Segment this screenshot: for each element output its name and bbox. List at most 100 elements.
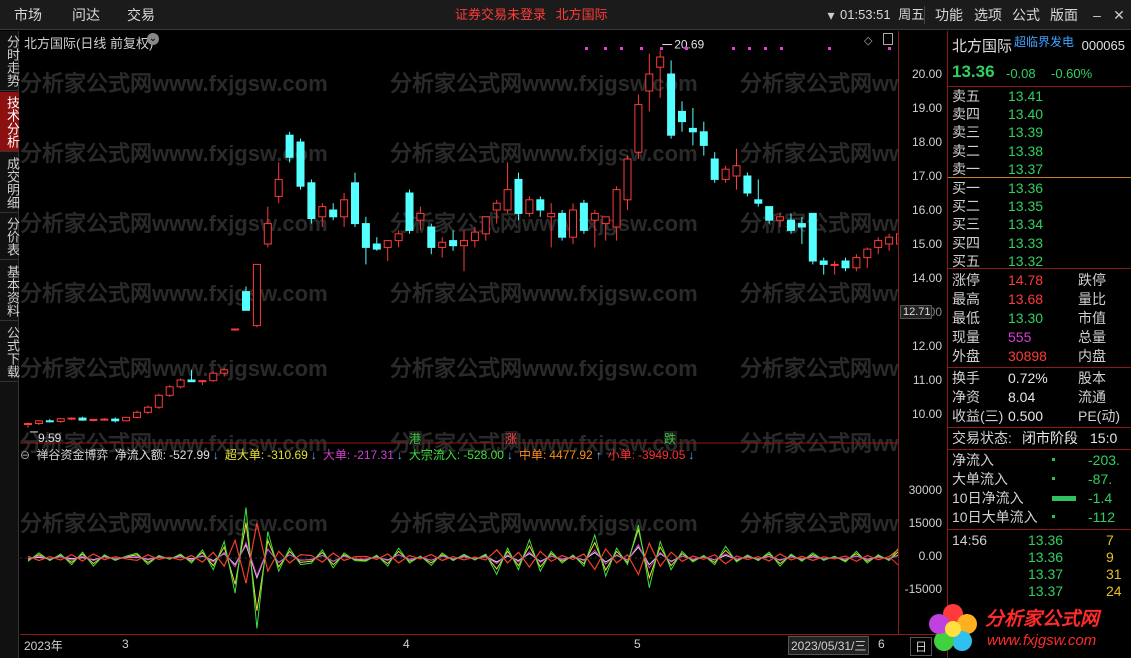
event-mark[interactable]: 跌 — [664, 431, 676, 446]
row-label: 收益(三) — [952, 408, 1004, 424]
candle-body — [612, 189, 621, 228]
candle-body — [405, 192, 414, 231]
indicator-field: 小单: -3949.05 ↓ — [608, 448, 698, 462]
field-value: -528.00 — [463, 448, 504, 462]
candle-body — [830, 263, 839, 266]
watermark-text: 分析家公式网www.fxjgsw.com — [20, 281, 328, 306]
candle-body — [111, 418, 120, 422]
tab-price-distribution[interactable]: 分价表 — [0, 214, 20, 260]
field-label: 小单: — [607, 448, 636, 462]
row-value: 13.34 — [1008, 216, 1044, 233]
tab-technical-analysis[interactable]: 技术分析 — [0, 92, 20, 152]
row-label: 卖四 — [952, 106, 980, 123]
nav-trade[interactable]: 交易 — [127, 0, 155, 30]
tab-basic-info[interactable]: 基本资料 — [0, 261, 20, 321]
candle-body — [569, 209, 577, 238]
candle-body — [165, 386, 174, 396]
y-tick: 18.00 — [911, 135, 942, 149]
menu-formula[interactable]: 公式 — [1012, 0, 1040, 30]
row-value: 13.37 — [1008, 160, 1044, 177]
row-right-label: 量比 — [1078, 291, 1106, 307]
dropdown-icon[interactable]: ▾ — [820, 0, 842, 30]
candle-body — [296, 141, 305, 187]
indicator-collapse-icon[interactable]: ⊖ — [20, 448, 30, 462]
row-label: 涨停 — [952, 272, 980, 288]
stat-row: 最高 13.68 量比 — [948, 290, 1131, 308]
candle-body — [547, 212, 556, 218]
tab-time-sharing[interactable]: 分时走势 — [0, 31, 20, 91]
candle-body — [100, 418, 109, 421]
candle-body — [263, 223, 272, 245]
signal-dot — [685, 47, 688, 50]
current-stock-text: 北方国际 — [555, 7, 608, 22]
tick-price: 13.37 — [1028, 566, 1064, 582]
clock-weekday: 周五 — [898, 7, 925, 22]
bid-row: 买二 13.35 — [948, 197, 1131, 215]
candle-body — [45, 420, 54, 423]
row-right-label: 总量 — [1078, 329, 1106, 345]
row-right-label: 股本 — [1078, 370, 1106, 386]
stock-name: 北方国际 — [952, 38, 1013, 55]
tab-trade-details[interactable]: 成交明细 — [0, 153, 20, 213]
candle-body — [503, 189, 512, 211]
candle-body — [754, 199, 763, 204]
menu-function[interactable]: 功能 — [935, 0, 963, 30]
menu-layout[interactable]: 版面 — [1050, 0, 1078, 30]
field-value: -3949.05 — [638, 448, 686, 462]
nav-market[interactable]: 市场 — [14, 0, 42, 30]
candle-body — [318, 206, 327, 218]
low-price-label: 9.59 — [38, 431, 62, 445]
flow-label: 净流入 — [952, 452, 994, 468]
candle-body — [787, 219, 795, 231]
candle-body — [743, 175, 752, 194]
watermark-text: 分析家公式网www.fxjgsw.com — [390, 141, 698, 166]
high-price-label: 20.69 — [674, 38, 704, 52]
tab-formula-download[interactable]: 公式下载 — [0, 322, 20, 382]
stock-concept[interactable]: 超临界发电 — [1014, 33, 1074, 50]
menu-options[interactable]: 选项 — [974, 0, 1002, 30]
candle-body — [274, 178, 283, 197]
nav-wenda[interactable]: 问达 — [72, 0, 100, 30]
y-tick: 12.00 — [911, 339, 942, 353]
row-value: 0.72% — [1008, 370, 1048, 386]
stat-row: 外盘 30898 内盘 — [948, 347, 1131, 365]
trade-status-time: 15:0 — [1090, 430, 1118, 446]
stat-row: 净资 8.04 流通 — [948, 388, 1131, 406]
indicator-y-tick: 0.00 — [918, 549, 942, 563]
candle-body — [89, 418, 98, 421]
signal-dot — [780, 47, 783, 50]
indicator-y-tick: 30000 — [908, 483, 942, 497]
chart-settings-icon[interactable]: ⌄ — [147, 33, 159, 45]
candle-body — [438, 241, 447, 248]
event-mark[interactable]: 涨 — [505, 431, 517, 446]
panel-toggle-icon[interactable] — [883, 33, 893, 45]
row-value: 13.41 — [1008, 88, 1044, 104]
candle-body — [187, 379, 196, 383]
candle-body — [122, 416, 131, 422]
date-axis: 2023年 3 4 5 2023/05/31/三 6 日 — [20, 634, 946, 658]
y-tick: 20.00 — [911, 67, 942, 81]
tick-price: 13.36 — [1028, 549, 1064, 565]
diamond-icon[interactable]: ◇ — [864, 34, 872, 47]
trade-status: 闭市阶段 — [1022, 430, 1078, 446]
candle-body — [688, 127, 697, 133]
candle-body — [590, 212, 599, 221]
indicator-header: ⊖ 禅谷资金博弈 净流入额: -527.99 ↓ 超大单: -310.69 ↓ 大单: -21… — [20, 446, 703, 464]
close-icon[interactable]: ✕ — [1108, 0, 1130, 30]
indicator-name[interactable]: 禅谷资金博弈 — [36, 448, 108, 462]
ask-row: 卖一 13.37 — [948, 160, 1131, 178]
signal-dot — [660, 47, 663, 50]
candle-body — [874, 240, 883, 248]
y-tick: 19.00 — [911, 101, 942, 115]
kline-chart[interactable]: 分析家公式网www.fxjgsw.com 分析家公式网www.fxjgsw.com… — [20, 31, 898, 634]
event-mark[interactable]: 港 — [409, 432, 421, 446]
field-arrow: ↓ — [688, 448, 695, 462]
indicator-field: 中单: 4477.92 ↑ — [519, 448, 605, 462]
minimize-icon[interactable]: – — [1086, 0, 1108, 30]
candle-body — [220, 369, 229, 374]
signal-dot — [828, 47, 831, 50]
fund-flow-row: 10日大单流入 -112 — [948, 508, 1131, 526]
row-label: 买二 — [952, 198, 980, 215]
login-notice[interactable]: 证券交易未登录 北方国际 — [455, 0, 608, 30]
candle-body — [427, 226, 436, 248]
